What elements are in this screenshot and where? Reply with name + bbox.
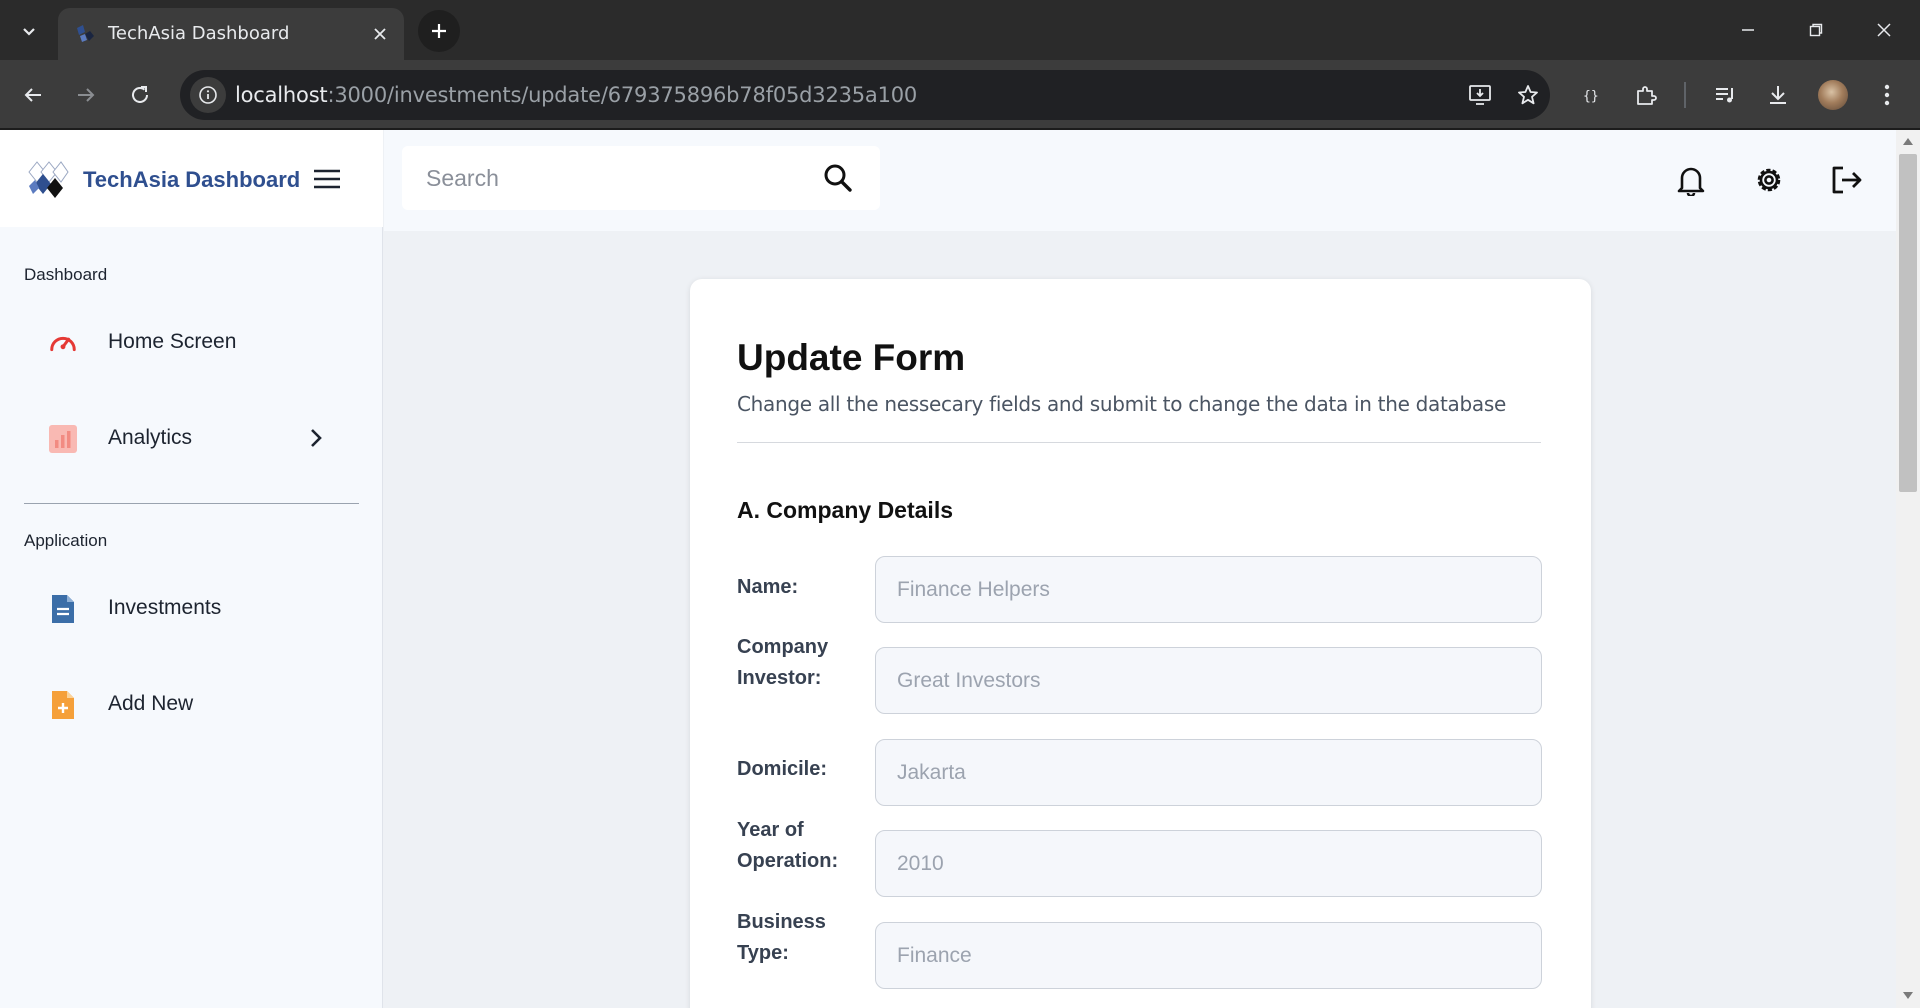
address-bar[interactable]: localhost:3000/investments/update/679375… — [180, 70, 1550, 120]
settings-button[interactable] — [1749, 160, 1789, 200]
search-icon — [824, 164, 852, 192]
search-input[interactable] — [402, 146, 822, 210]
info-icon — [199, 86, 217, 104]
sidebar-section-dashboard: Dashboard — [24, 265, 108, 284]
browser-tab[interactable]: TechAsia Dashboard — [58, 8, 404, 60]
page-scrollbar[interactable] — [1896, 130, 1920, 1008]
sidebar-item-add-new[interactable]: Add New — [24, 674, 354, 734]
download-icon — [1770, 86, 1786, 104]
puzzle-icon — [1637, 86, 1657, 105]
company-details-heading: A. Company Details — [737, 497, 953, 523]
menu-toggle-button[interactable] — [311, 165, 343, 193]
sidebar-item-label: Investments — [108, 596, 222, 619]
svg-text:{}: {} — [1583, 89, 1599, 104]
sidebar-section-application: Application — [24, 531, 108, 550]
bar-chart-icon — [48, 424, 78, 454]
year-of-operation-field[interactable] — [875, 830, 1542, 897]
business-type-field[interactable] — [875, 922, 1542, 989]
arrow-right-icon — [78, 88, 95, 102]
sidebar-item-home-screen[interactable]: Home Screen — [24, 312, 354, 372]
gear-icon — [1757, 168, 1781, 192]
arrow-left-icon — [24, 88, 41, 102]
chevron-down-icon — [23, 28, 35, 36]
tab-search-button[interactable] — [12, 14, 46, 48]
window-restore-button[interactable] — [1796, 12, 1836, 48]
more-vertical-icon — [1884, 84, 1890, 106]
star-icon — [1518, 85, 1538, 105]
plus-icon — [432, 24, 446, 38]
domicile-field[interactable] — [875, 739, 1542, 806]
reload-button[interactable] — [122, 77, 158, 113]
document-icon — [48, 594, 78, 624]
brand-header: TechAsia Dashboard — [0, 130, 383, 227]
site-info-button[interactable] — [190, 77, 226, 113]
toolbar-separator — [1684, 82, 1686, 108]
close-icon — [1877, 23, 1891, 37]
sidebar-item-label: Analytics — [108, 426, 193, 449]
search-button[interactable] — [820, 160, 856, 196]
logout-button[interactable] — [1827, 160, 1867, 200]
speedometer-icon — [48, 328, 78, 358]
install-app-button[interactable] — [1465, 80, 1495, 110]
form-title: Update Form — [737, 337, 966, 378]
techasia-favicon-icon — [77, 25, 94, 42]
json-viewer-extension-button[interactable]: {} — [1573, 78, 1607, 112]
url-text: localhost:3000/investments/update/679375… — [235, 83, 917, 107]
forward-button[interactable] — [68, 77, 104, 113]
brand-name[interactable]: TechAsia Dashboard — [83, 167, 300, 193]
company-investor-field[interactable] — [875, 647, 1542, 714]
scrollbar-thumb[interactable] — [1899, 154, 1917, 492]
page-viewport: TechAsia Dashboard Dashboard Home Screen… — [0, 130, 1920, 1008]
sidebar-item-label: Home Screen — [108, 330, 237, 353]
chevron-right-icon — [304, 426, 328, 450]
notifications-button[interactable] — [1671, 160, 1711, 200]
update-form-card: Update Form Change all the nessecary fie… — [690, 279, 1591, 1008]
business-type-label: Business Type: — [737, 911, 826, 964]
bell-icon — [1677, 167, 1705, 196]
braces-icon: {} — [1583, 89, 1599, 104]
url-host: localhost — [235, 83, 328, 107]
top-header — [384, 130, 1896, 231]
domicile-label: Domicile: — [737, 758, 828, 780]
scroll-up-arrow-icon[interactable] — [1903, 138, 1913, 145]
logout-icon — [1832, 166, 1862, 194]
downloads-button[interactable] — [1761, 78, 1795, 112]
new-tab-button[interactable] — [418, 10, 460, 52]
back-button[interactable] — [15, 77, 51, 113]
sidebar-divider — [24, 503, 359, 504]
window-close-button[interactable] — [1864, 12, 1904, 48]
media-controls-button[interactable] — [1708, 78, 1742, 112]
playlist-icon — [1716, 88, 1733, 103]
minimize-icon — [1742, 29, 1754, 31]
sidebar-item-label: Add New — [108, 692, 194, 715]
search-box — [402, 146, 880, 210]
form-divider — [737, 442, 1541, 443]
install-app-icon — [1469, 85, 1491, 105]
reload-icon — [132, 86, 148, 103]
url-path: :3000/investments/update/679375896b78f05… — [327, 83, 918, 107]
sidebar: TechAsia Dashboard Dashboard Home Screen… — [0, 130, 383, 1008]
bookmark-button[interactable] — [1513, 80, 1543, 110]
name-label: Name: — [737, 576, 799, 598]
restore-icon — [1809, 23, 1823, 37]
window-minimize-button[interactable] — [1728, 12, 1768, 48]
sidebar-item-analytics[interactable]: Analytics — [24, 408, 354, 468]
browser-menu-button[interactable] — [1870, 78, 1904, 112]
hamburger-icon — [314, 169, 340, 189]
close-icon — [374, 28, 386, 40]
browser-tab-bar: TechAsia Dashboard — [0, 0, 1920, 60]
sidebar-item-investments[interactable]: Investments — [24, 578, 354, 638]
year-of-operation-label: Year of Operation: — [737, 819, 839, 872]
extensions-button[interactable] — [1629, 78, 1663, 112]
tab-close-button[interactable] — [368, 22, 392, 46]
name-field[interactable] — [875, 556, 1542, 623]
scroll-down-arrow-icon[interactable] — [1903, 992, 1913, 999]
browser-toolbar: localhost:3000/investments/update/679375… — [0, 60, 1920, 130]
profile-avatar[interactable] — [1818, 80, 1848, 110]
tab-title: TechAsia Dashboard — [108, 23, 290, 44]
file-plus-icon — [48, 690, 78, 720]
form-subtitle: Change all the nessecary fields and subm… — [737, 392, 1506, 416]
techasia-logo-icon[interactable] — [27, 160, 69, 200]
company-investor-label: Company Investor: — [737, 636, 829, 689]
